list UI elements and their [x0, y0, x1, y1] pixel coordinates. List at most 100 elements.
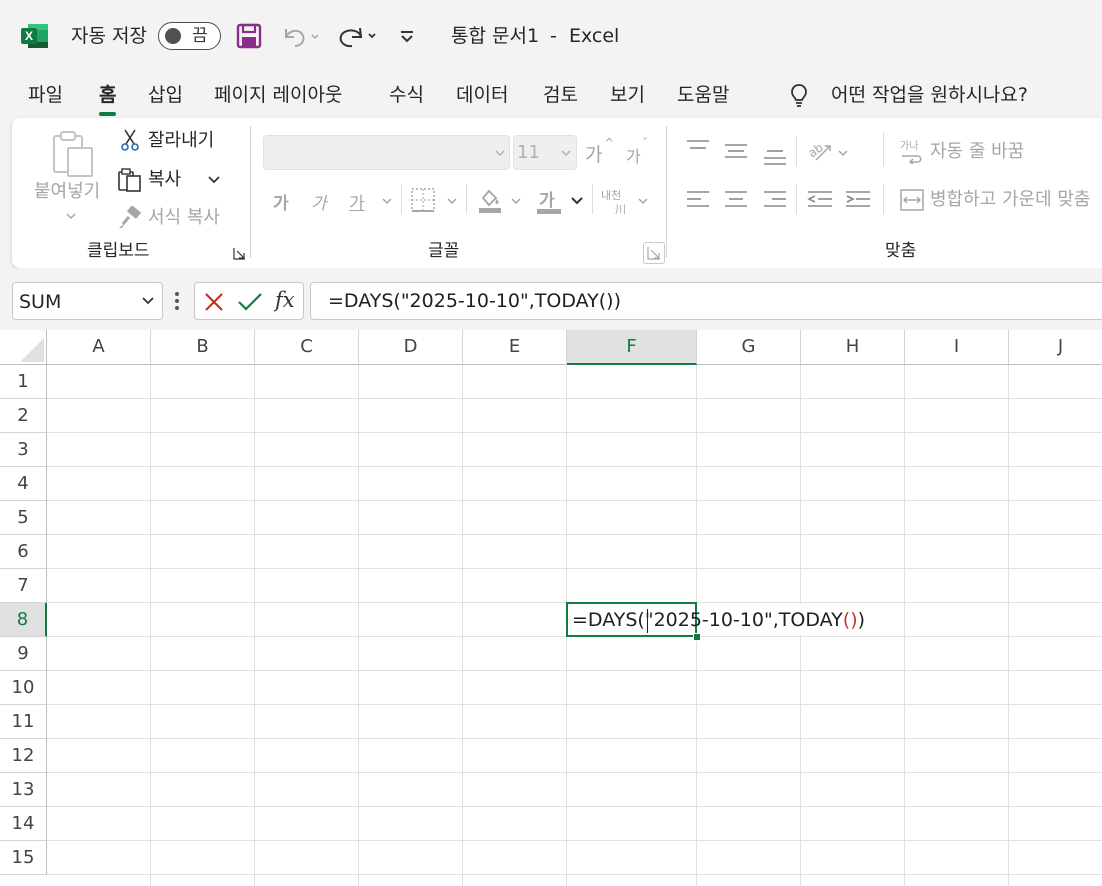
format-painter-icon[interactable] [117, 206, 143, 230]
row-gridline [47, 670, 1102, 671]
decrease-indent-icon[interactable] [806, 189, 834, 211]
row-header-5[interactable]: 5 [0, 501, 47, 535]
paste-label[interactable]: 붙여넣기 [34, 181, 100, 203]
select-all-corner[interactable] [0, 330, 47, 365]
copy-dropdown-chevron-icon[interactable] [207, 175, 221, 185]
row-header-2[interactable]: 2 [0, 399, 47, 433]
cancel-icon[interactable] [203, 291, 225, 313]
enter-check-icon[interactable] [237, 291, 263, 313]
column-header-i[interactable]: I [905, 330, 1009, 365]
insert-function-button[interactable]: fx [275, 287, 295, 313]
chevron-down-icon[interactable] [141, 296, 155, 306]
column-header-g[interactable]: G [697, 330, 801, 365]
tab-page-layout[interactable]: 페이지 레이아웃 [214, 82, 342, 108]
shrink-font-button[interactable]: 가 [626, 143, 641, 167]
grow-font-button[interactable]: 가 [585, 140, 602, 167]
column-gridline [150, 365, 151, 886]
name-box[interactable]: SUM [12, 282, 163, 320]
align-right-icon[interactable] [762, 189, 788, 211]
copy-icon[interactable] [117, 167, 143, 193]
scissors-icon[interactable] [119, 128, 141, 152]
font-color-button[interactable]: 가 [539, 186, 555, 211]
undo-icon[interactable] [280, 22, 322, 50]
fill-color-icon[interactable] [477, 186, 503, 214]
copy-label[interactable]: 복사 [148, 169, 181, 191]
select-all-triangle-icon [20, 338, 44, 362]
row-header-8[interactable]: 8 [0, 603, 47, 637]
document-title: 통합 문서1 [451, 25, 540, 47]
font-size-select[interactable]: 11 [513, 135, 577, 170]
orientation-icon[interactable]: ab [806, 138, 836, 164]
paste-dropdown-chevron-icon[interactable] [65, 211, 77, 221]
column-header-d[interactable]: D [359, 330, 463, 365]
tab-view[interactable]: 보기 [610, 82, 645, 108]
format-painter-label[interactable]: 서식 복사 [148, 207, 220, 229]
font-name-select[interactable] [263, 135, 510, 170]
tab-home[interactable]: 홈 [99, 82, 117, 116]
tab-review[interactable]: 검토 [543, 82, 578, 108]
row-header-14[interactable]: 14 [0, 807, 47, 841]
tab-insert[interactable]: 삽입 [148, 82, 183, 108]
row-header-3[interactable]: 3 [0, 433, 47, 467]
tab-formulas[interactable]: 수식 [389, 82, 424, 108]
customize-quick-access-icon[interactable] [398, 22, 416, 50]
row-gridline [47, 704, 1102, 705]
align-center-icon[interactable] [723, 189, 749, 211]
underline-button[interactable]: 가 [349, 189, 365, 214]
borders-icon[interactable] [410, 187, 436, 213]
tab-data[interactable]: 데이터 [456, 82, 508, 108]
redo-icon[interactable] [336, 22, 380, 50]
merge-center-icon[interactable] [899, 188, 925, 212]
lightbulb-icon[interactable] [789, 82, 809, 110]
column-header-j[interactable]: J [1009, 330, 1102, 365]
row-header-10[interactable]: 10 [0, 671, 47, 705]
cut-label[interactable]: 잘라내기 [148, 130, 214, 152]
row-header-15[interactable]: 15 [0, 841, 47, 875]
borders-dropdown-chevron-icon[interactable] [446, 197, 458, 207]
row-header-7[interactable]: 7 [0, 569, 47, 603]
align-middle-icon[interactable] [723, 138, 749, 164]
row-header-6[interactable]: 6 [0, 535, 47, 569]
autosave-toggle[interactable]: 끔 [158, 22, 221, 50]
row-header-11[interactable]: 11 [0, 705, 47, 739]
more-options-icon[interactable] [173, 290, 181, 312]
row-header-13[interactable]: 13 [0, 773, 47, 807]
font-color-dropdown-chevron-icon[interactable] [570, 195, 584, 207]
italic-button[interactable]: 가 [311, 189, 327, 214]
tell-me-search[interactable]: 어떤 작업을 원하시나요? [831, 82, 1028, 108]
wrap-text-label[interactable]: 자동 줄 바꿈 [930, 141, 1024, 163]
active-cell-editor[interactable]: =DAYS("2025-10-10",TODAY()) [572, 607, 865, 633]
tab-help[interactable]: 도움말 [677, 82, 729, 108]
column-header-a[interactable]: A [47, 330, 151, 365]
column-header-e[interactable]: E [463, 330, 567, 365]
increase-indent-icon[interactable] [844, 189, 872, 211]
align-bottom-icon[interactable] [762, 138, 788, 166]
fill-handle[interactable] [693, 633, 701, 641]
bold-button[interactable]: 가 [273, 189, 289, 214]
merge-center-label[interactable]: 병합하고 가운데 맞춤 [930, 189, 1090, 211]
wrap-text-icon[interactable]: 가나 [899, 138, 925, 164]
font-dialog-launcher[interactable] [643, 242, 665, 264]
align-left-icon[interactable] [685, 189, 711, 211]
column-header-f[interactable]: F [567, 330, 697, 365]
worksheet-grid[interactable] [0, 330, 1102, 886]
underline-dropdown-chevron-icon[interactable] [381, 197, 393, 207]
row-header-4[interactable]: 4 [0, 467, 47, 501]
align-top-icon[interactable] [685, 138, 711, 160]
tab-file[interactable]: 파일 [28, 82, 63, 108]
save-icon[interactable] [236, 22, 262, 50]
row-header-12[interactable]: 12 [0, 739, 47, 773]
clipboard-launcher-icon[interactable] [233, 247, 246, 260]
autosave-state: 끔 [192, 26, 208, 46]
formula-input[interactable]: =DAYS("2025-10-10",TODAY()) [310, 282, 1102, 320]
phonetic-dropdown-chevron-icon[interactable] [637, 197, 649, 207]
orientation-dropdown-chevron-icon[interactable] [837, 149, 849, 159]
column-header-b[interactable]: B [151, 330, 255, 365]
column-header-c[interactable]: C [255, 330, 359, 365]
paste-icon[interactable] [50, 130, 96, 178]
fill-color-dropdown-chevron-icon[interactable] [510, 197, 522, 207]
row-header-9[interactable]: 9 [0, 637, 47, 671]
column-header-h[interactable]: H [801, 330, 905, 365]
row-header-1[interactable]: 1 [0, 365, 47, 399]
divider [592, 184, 593, 214]
